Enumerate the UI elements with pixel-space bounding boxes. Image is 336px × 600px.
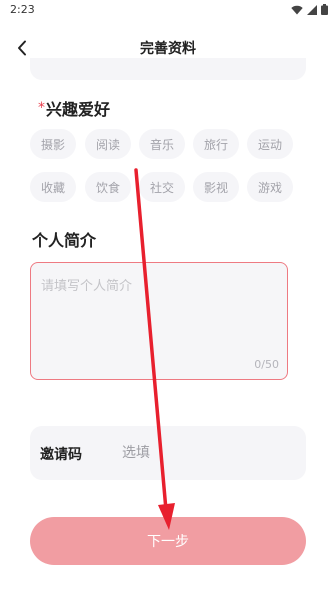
interest-tag[interactable]: 社交 xyxy=(139,172,185,202)
invite-code-input[interactable] xyxy=(122,442,292,464)
status-icons xyxy=(291,4,328,15)
bio-char-counter: 0/50 xyxy=(254,358,279,371)
required-mark: * xyxy=(38,100,45,116)
interest-tag[interactable]: 收藏 xyxy=(30,172,76,202)
interest-tag[interactable]: 音乐 xyxy=(139,129,185,159)
interests-title: *兴趣爱好 xyxy=(38,96,110,120)
interest-tag[interactable]: 运动 xyxy=(247,129,293,159)
bio-box: 0/50 xyxy=(30,262,288,380)
bio-input[interactable] xyxy=(41,275,273,345)
status-time: 2:23 xyxy=(10,3,35,16)
signal-icon xyxy=(307,4,317,15)
invite-code-label: 邀请码 xyxy=(40,447,82,463)
page-title: 完善资料 xyxy=(140,41,196,57)
previous-field-card[interactable] xyxy=(30,58,306,80)
status-bar: 2:23 xyxy=(0,0,336,22)
interest-tag[interactable]: 摄影 xyxy=(30,129,76,159)
interest-tag[interactable]: 旅行 xyxy=(193,129,239,159)
interest-tag[interactable]: 影视 xyxy=(193,172,239,202)
wifi-icon xyxy=(291,5,303,14)
interest-tag[interactable]: 阅读 xyxy=(85,129,131,159)
bio-title: 个人简介 xyxy=(32,231,97,250)
invite-code-row: 邀请码 xyxy=(30,426,306,480)
interest-tag[interactable]: 游戏 xyxy=(247,172,293,202)
interest-tag[interactable]: 饮食 xyxy=(85,172,131,202)
next-button[interactable]: 下一步 xyxy=(30,517,306,565)
interests-title-label: 兴趣爱好 xyxy=(46,100,111,119)
battery-icon xyxy=(321,4,328,15)
